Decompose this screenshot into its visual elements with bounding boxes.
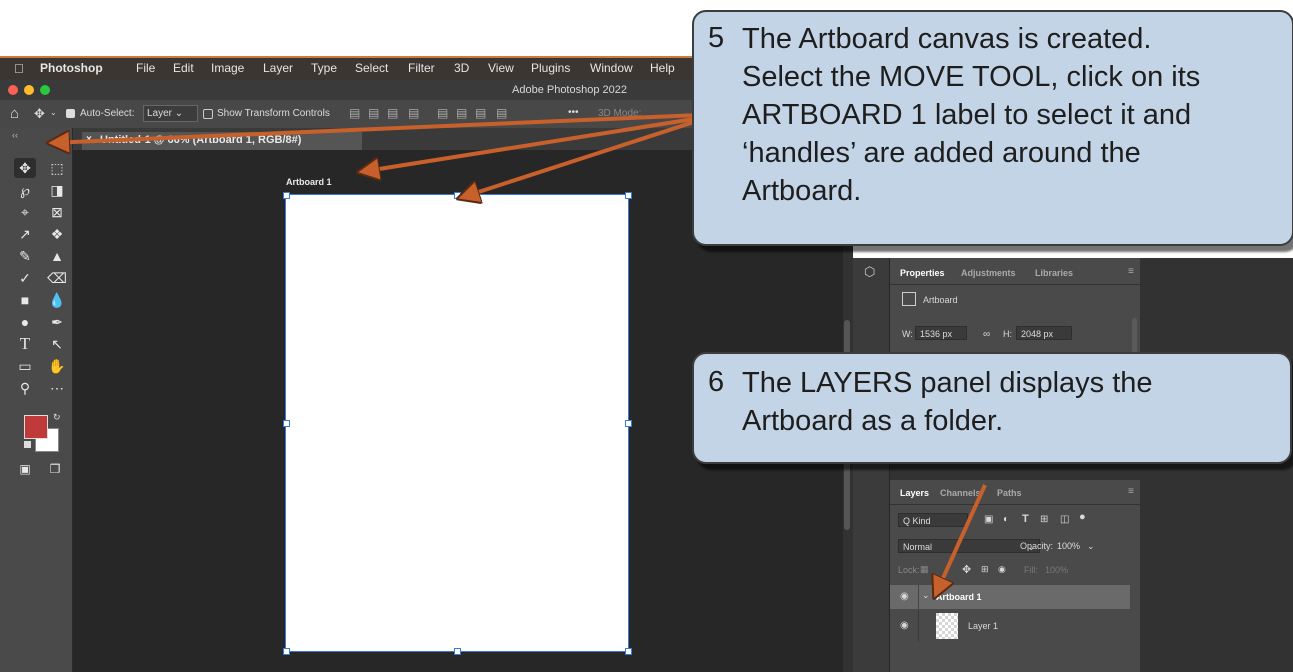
arrow-to-handles bbox=[460, 118, 701, 198]
callout-step-6: 6 The LAYERS panel displays the Artboard… bbox=[692, 352, 1292, 464]
callout-text: The Artboard canvas is created. Select t… bbox=[742, 20, 1200, 210]
callout-line: Artboard. bbox=[742, 175, 862, 207]
callout-line: Artboard as a folder. bbox=[742, 405, 1004, 437]
callout-line: ‘handles’ are added around the bbox=[742, 137, 1141, 169]
arrow-to-layers-panel bbox=[935, 484, 987, 596]
step-number: 6 bbox=[708, 366, 725, 398]
callout-step-5: 5 The Artboard canvas is created. Select… bbox=[692, 10, 1293, 246]
callout-line: The Artboard canvas is created. bbox=[742, 23, 1152, 55]
step-number: 5 bbox=[708, 22, 725, 54]
callout-text: The LAYERS panel displays the Artboard a… bbox=[742, 364, 1153, 440]
arrow-to-move-tool bbox=[50, 113, 701, 143]
callout-line: Select the MOVE TOOL, click on its bbox=[742, 61, 1201, 93]
callout-line: ARTBOARD 1 label to select it and bbox=[742, 99, 1192, 131]
callout-line: The LAYERS panel displays the bbox=[742, 367, 1153, 399]
